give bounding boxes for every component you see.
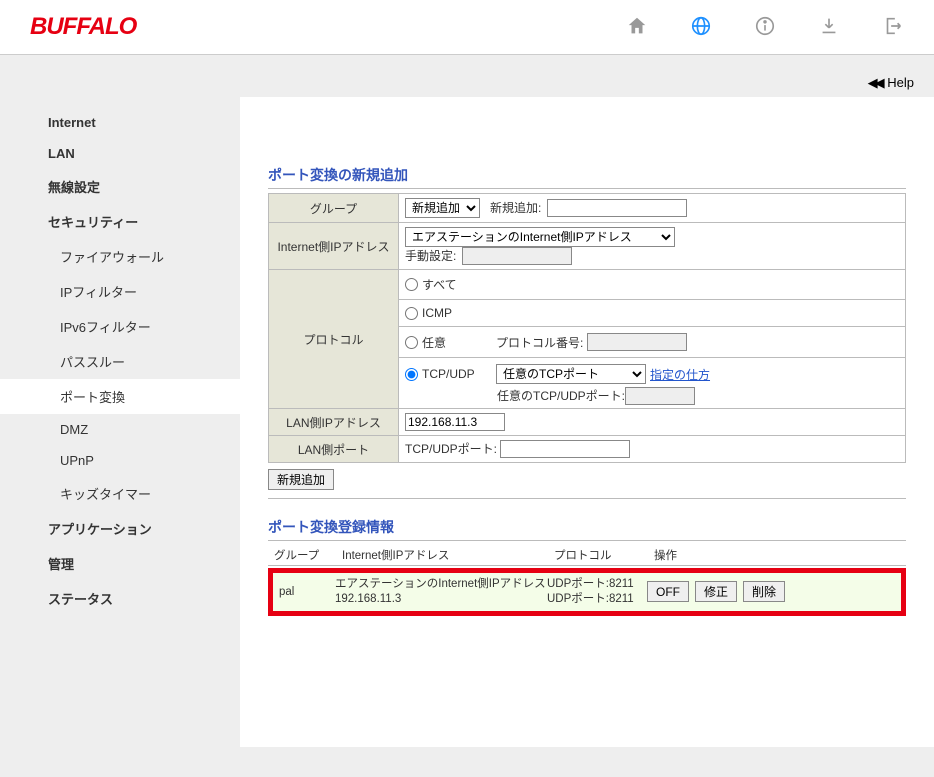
nav-dmz[interactable]: DMZ <box>0 414 240 445</box>
reg-actions: OFF 修正 削除 <box>647 581 785 602</box>
info-icon[interactable] <box>754 15 776 40</box>
nav-portfwd[interactable]: ポート変換 <box>0 379 240 414</box>
add-button[interactable]: 新規追加 <box>268 469 334 490</box>
help-row: ◀◀ Help <box>0 55 934 97</box>
group-select[interactable]: 新規追加 <box>405 198 480 218</box>
reg-proto: UDPポート:8211UDPポート:8211 <box>547 577 647 607</box>
port-forward-form: グループ 新規追加 新規追加: Internet側IPアドレス エアステーション… <box>268 193 906 463</box>
nav-kidstimer[interactable]: キッズタイマー <box>0 476 240 511</box>
nav-application[interactable]: アプリケーション <box>0 511 240 546</box>
reg-wan: エアステーションのInternet側IPアドレス192.168.11.3 <box>335 577 547 607</box>
reg-row: pal エアステーションのInternet側IPアドレス192.168.11.3… <box>273 573 901 611</box>
reg-header: グループ Internet側IPアドレス プロトコル 操作 <box>268 545 906 566</box>
edit-button[interactable]: 修正 <box>695 581 737 602</box>
wan-manual-label: 手動設定: <box>405 249 456 263</box>
proto-icmp-radio[interactable] <box>405 307 418 320</box>
nav-passthrough[interactable]: パススルー <box>0 344 240 379</box>
content: ポート変換の新規追加 グループ 新規追加 新規追加: Internet側IPアド… <box>240 97 934 747</box>
top-icons <box>626 15 904 40</box>
label-wan-ip: Internet側IPアドレス <box>269 223 399 270</box>
top-bar: BUFFALO <box>0 0 934 55</box>
help-link[interactable]: ◀◀ Help <box>868 75 914 90</box>
nav-ipv6filter[interactable]: IPv6フィルター <box>0 309 240 344</box>
nav-status[interactable]: ステータス <box>0 581 240 616</box>
reg-group: pal <box>279 586 335 598</box>
home-icon[interactable] <box>626 15 648 40</box>
label-group: グループ <box>269 194 399 223</box>
brand-logo: BUFFALO <box>30 13 136 41</box>
delete-button[interactable]: 削除 <box>743 581 785 602</box>
nav-firewall[interactable]: ファイアウォール <box>0 239 240 274</box>
lan-ip-input[interactable] <box>405 413 505 431</box>
lan-port-input[interactable] <box>500 440 630 458</box>
logout-icon[interactable] <box>882 15 904 40</box>
proto-all-radio[interactable] <box>405 278 418 291</box>
tcpport-select[interactable]: 任意のTCPポート <box>496 364 646 384</box>
proto-num-input <box>587 333 687 351</box>
globe-icon[interactable] <box>690 15 712 40</box>
nav-security[interactable]: セキュリティー <box>0 204 240 239</box>
wan-ip-select[interactable]: エアステーションのInternet側IPアドレス <box>405 227 675 247</box>
group-new-input[interactable] <box>547 199 687 217</box>
nav-upnp[interactable]: UPnP <box>0 445 240 476</box>
group-new-label: 新規追加: <box>490 201 541 215</box>
off-button[interactable]: OFF <box>647 581 689 602</box>
proto-any-radio[interactable] <box>405 336 418 349</box>
howto-link[interactable]: 指定の仕方 <box>650 366 710 383</box>
proto-tcpudp-radio[interactable] <box>405 368 418 381</box>
label-lan-ip: LAN側IPアドレス <box>269 409 399 436</box>
label-lan-port: LAN側ポート <box>269 436 399 463</box>
label-protocol: プロトコル <box>269 270 399 409</box>
wan-manual-input <box>462 247 572 265</box>
highlight-box: pal エアステーションのInternet側IPアドレス192.168.11.3… <box>268 568 906 616</box>
download-icon[interactable] <box>818 15 840 40</box>
nav-lan[interactable]: LAN <box>0 138 240 169</box>
section-title-add: ポート変換の新規追加 <box>268 165 906 189</box>
nav-internet[interactable]: Internet <box>0 107 240 138</box>
sidebar: Internet LAN 無線設定 セキュリティー ファイアウォール IPフィル… <box>0 97 240 747</box>
nav-wireless[interactable]: 無線設定 <box>0 169 240 204</box>
section-title-reg: ポート変換登録情報 <box>268 517 906 541</box>
nav-ipfilter[interactable]: IPフィルター <box>0 274 240 309</box>
nav-admin[interactable]: 管理 <box>0 546 240 581</box>
tcpudp-port-input <box>625 387 695 405</box>
